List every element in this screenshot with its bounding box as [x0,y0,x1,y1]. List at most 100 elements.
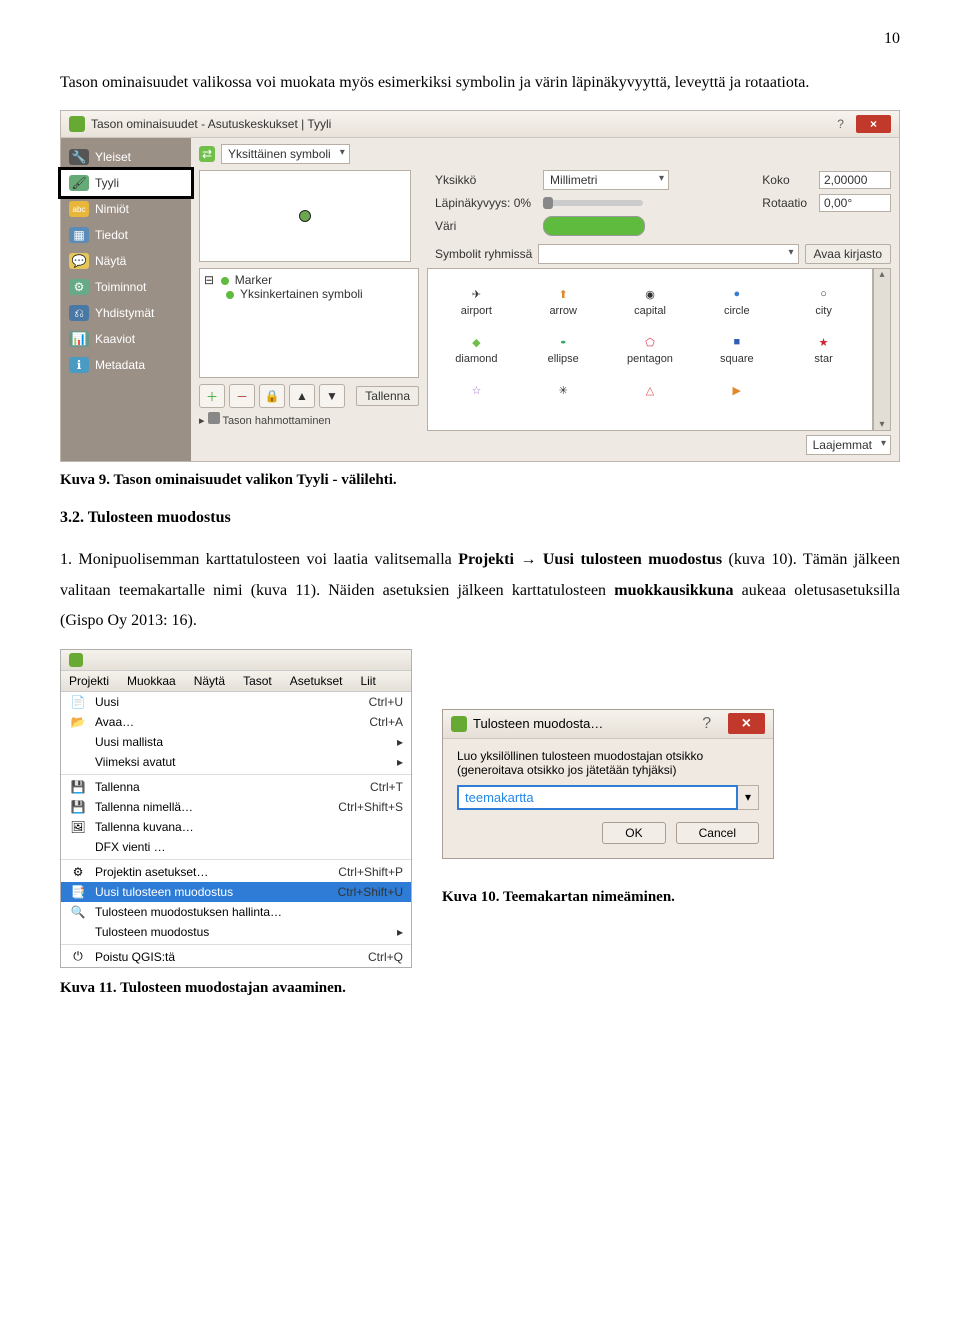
menu-item-tulosteen-muodostus[interactable]: Tulosteen muodostus▸ [61,922,411,942]
symbol-square[interactable]: ■square [694,327,779,369]
title-input[interactable]: teemakartta [457,785,738,810]
disk-icon: 💾 [69,779,87,795]
menu-tasot[interactable]: Tasot [243,674,272,688]
unit-combo[interactable]: Millimetri [543,170,669,190]
close-button[interactable]: × [728,713,765,734]
menu-item-projektin-asetukset-[interactable]: ⚙Projektin asetukset…Ctrl+Shift+P [61,862,411,882]
lock-layer-button[interactable]: 🔒 [259,384,285,408]
chart-icon: 📊 [69,331,89,347]
symbol-pentagon[interactable]: ⬠pentagon [608,327,693,369]
menu-item-tulosteen-muodostuksen-hallinta-[interactable]: 🔍Tulosteen muodostuksen hallinta… [61,902,411,922]
symbol-capital[interactable]: ◉capital [608,279,693,321]
size-spinner[interactable]: 2,00000 [819,171,891,189]
shortcut-label: Ctrl+Q [368,950,403,964]
submenu-arrow-icon: ▸ [397,925,403,939]
caption-11: Kuva 11. Tulosteen muodostajan avaaminen… [60,980,900,997]
remove-layer-button[interactable]: － [229,384,255,408]
menu-liit[interactable]: Liit [360,674,375,688]
layer-properties-dialog: Tason ominaisuudet - Asutuskeskukset | T… [60,110,900,462]
menu-muokkaa[interactable]: Muokkaa [127,674,176,688]
opacity-slider[interactable] [543,200,643,206]
symbol-layer-tree[interactable]: ⊟ Marker Yksinkertainen symboli [199,268,419,378]
tab-rendering[interactable]: 💬Näytä [61,248,191,274]
ok-button[interactable]: OK [602,822,665,844]
menu-item-tallenna-kuvana-[interactable]: 🖼Tallenna kuvana… [61,817,411,837]
shortcut-label: Ctrl+Shift+U [338,885,403,899]
open-library-button[interactable]: Avaa kirjasto [805,244,891,264]
symbol-diamond[interactable]: ◆diamond [434,327,519,369]
move-up-button[interactable]: ▲ [289,384,315,408]
symbol-preview [199,170,411,262]
tree-simple-node[interactable]: Yksinkertainen symboli [204,287,414,301]
menubar-items: Projekti Muokkaa Näytä Tasot Asetukset Liit [61,671,411,692]
symbol-city[interactable]: ○city [781,279,866,321]
caption-9: Kuva 9. Tason ominaisuudet valikon Tyyli… [60,472,900,489]
menu-dropdown: 📄UusiCtrl+U📂Avaa…Ctrl+AUusi mallista▸Vii… [61,692,411,967]
tab-labels[interactable]: abcNimiöt [61,196,191,222]
chevron-down-icon: ▾ [745,790,751,804]
color-button[interactable] [543,216,645,236]
menubar [61,650,411,671]
menu-item-label: DFX vienti … [95,840,403,854]
menu-item-tallenna-nimell-[interactable]: 💾Tallenna nimellä…Ctrl+Shift+S [61,797,411,817]
symbol-extra4[interactable]: ▶ [694,375,779,405]
folder-icon: 📂 [69,714,87,730]
scroll-down-icon[interactable]: ▾ [874,419,890,430]
tab-actions[interactable]: ⚙Toiminnot [61,274,191,300]
symbol-extra3[interactable]: △ [608,375,693,405]
abc-icon: abc [69,201,89,217]
submenu-arrow-icon: ▸ [397,735,403,749]
menu-item-uusi-tulosteen-muodostus[interactable]: 📑Uusi tulosteen muodostusCtrl+Shift+U [61,882,411,902]
menu-item-dfx-vienti-[interactable]: DFX vienti … [61,837,411,857]
page-number: 10 [60,30,900,48]
bubble-icon: 💬 [69,253,89,269]
tab-diagrams[interactable]: 📊Kaaviot [61,326,191,352]
symbol-circle[interactable]: ●circle [694,279,779,321]
symbol-star[interactable]: ★star [781,327,866,369]
menu-item-uusi-mallista[interactable]: Uusi mallista▸ [61,732,411,752]
symbol-extra2[interactable]: ✳ [521,375,606,405]
square-icon: ■ [694,331,779,353]
advanced-button[interactable]: Laajemmat [806,435,891,455]
preview-marker-icon [299,210,311,222]
symbol-ellipse[interactable]: ●ellipse [521,327,606,369]
save-symbol-button[interactable]: Tallenna [356,386,419,406]
close-button[interactable]: × [856,115,891,133]
menu-item-uusi[interactable]: 📄UusiCtrl+U [61,692,411,712]
tab-metadata[interactable]: ℹMetadata [61,352,191,378]
symbol-scrollbar[interactable]: ▴▾ [873,268,891,431]
cancel-button[interactable]: Cancel [676,822,759,844]
symbol-airport[interactable]: ✈airport [434,279,519,321]
symbol-extra1[interactable]: ☆ [434,375,519,405]
tab-joins[interactable]: ⎌Yhdistymät [61,300,191,326]
menu-näytä[interactable]: Näytä [194,674,225,688]
dropdown-button[interactable]: ▾ [738,785,759,810]
symbol-arrow[interactable]: ⬆arrow [521,279,606,321]
menu-item-label: Viimeksi avatut [95,755,389,769]
rotation-spinner[interactable]: 0,00° [819,194,891,212]
tab-fields[interactable]: ▦Tiedot [61,222,191,248]
target-icon: ◉ [608,283,693,305]
menu-item-poistu-qgis-t-[interactable]: ⏻Poistu QGIS:täCtrl+Q [61,947,411,967]
rotation-label: Rotaatio [762,196,807,210]
menu-projekti[interactable]: Projekti [69,674,109,688]
prompt-text: Luo yksilöllinen tulosteen muodostajan o… [457,749,759,777]
menu-item-tallenna[interactable]: 💾TallennaCtrl+T [61,777,411,797]
help-button[interactable]: ? [702,715,711,732]
mag-icon: 🔍 [69,904,87,920]
move-down-button[interactable]: ▼ [319,384,345,408]
add-layer-button[interactable]: ＋ [199,384,225,408]
groups-combo[interactable] [538,244,798,264]
scroll-up-icon[interactable]: ▴ [874,269,890,280]
menu-asetukset[interactable]: Asetukset [290,674,343,688]
tab-style[interactable]: 🖌Tyyli [58,167,194,199]
play-icon: ▶ [694,379,779,401]
help-button[interactable]: ? [837,117,844,131]
qgis-logo-icon [69,116,85,132]
menu-item-viimeksi-avatut[interactable]: Viimeksi avatut▸ [61,752,411,772]
triangle-icon: △ [608,379,693,401]
menu-item-avaa-[interactable]: 📂Avaa…Ctrl+A [61,712,411,732]
menu-item-label: Projektin asetukset… [95,865,330,879]
renderer-combo[interactable]: Yksittäinen symboli [221,144,350,164]
tree-marker-node[interactable]: ⊟ Marker [204,273,414,287]
